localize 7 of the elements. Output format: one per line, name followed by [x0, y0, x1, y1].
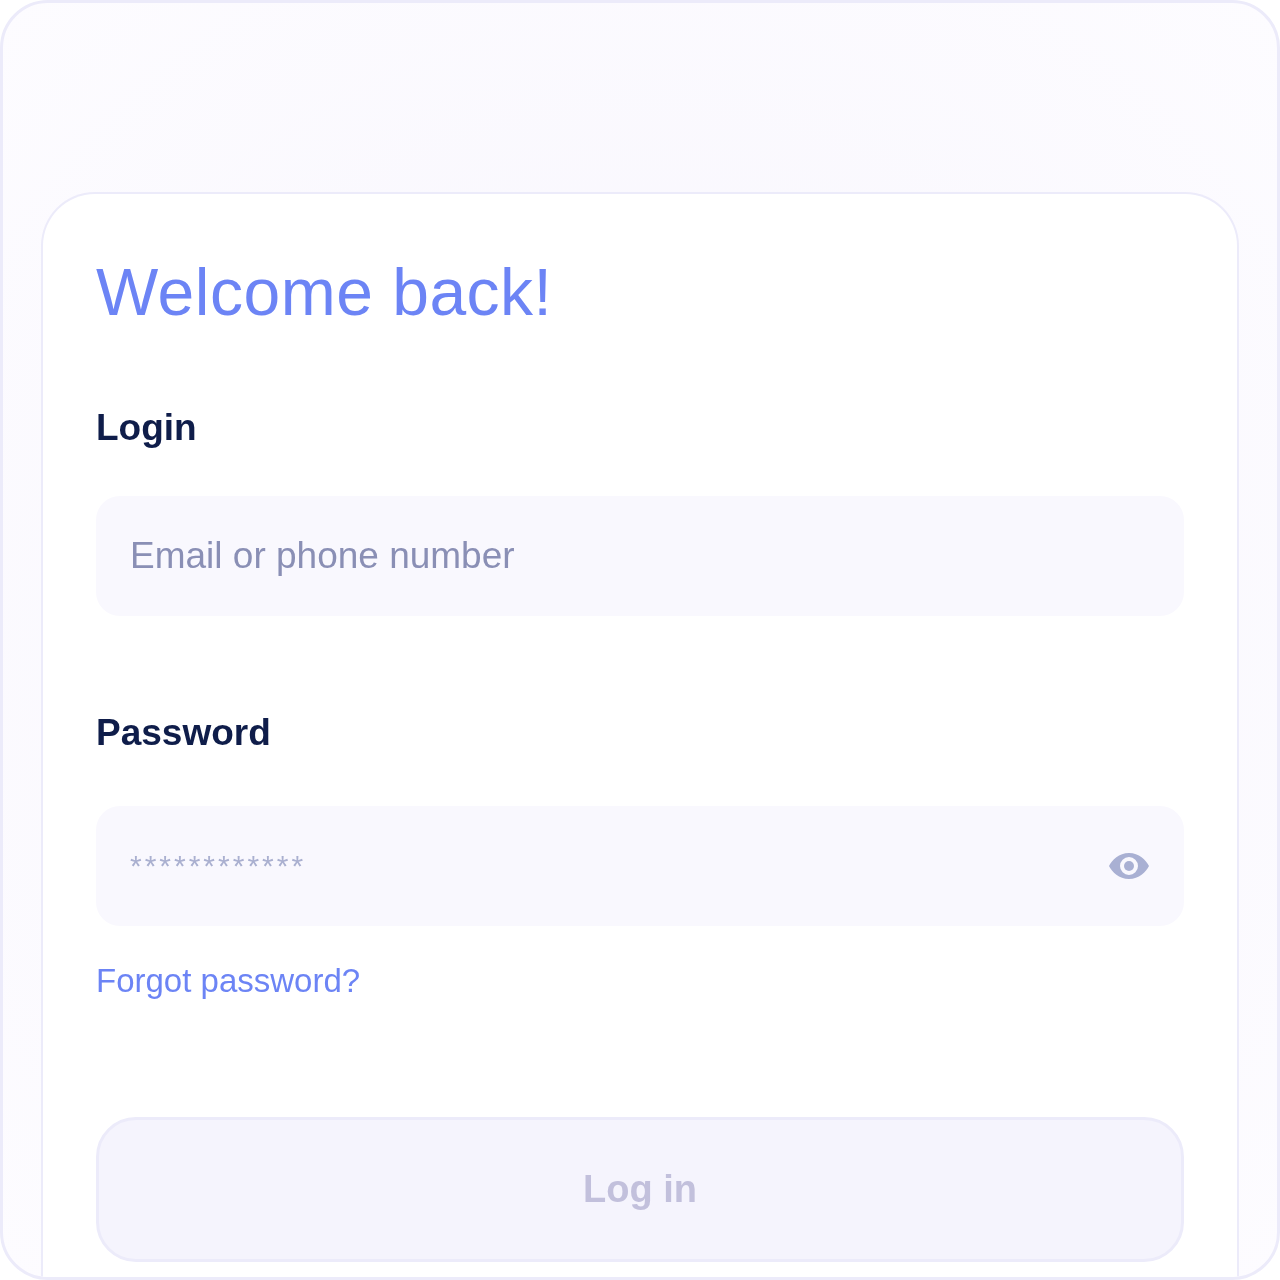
login-field[interactable]: Email or phone number [96, 496, 1184, 616]
welcome-title: Welcome back! [96, 254, 554, 331]
login-label: Login [96, 406, 198, 450]
eye-icon[interactable] [1108, 852, 1150, 880]
password-label: Password [96, 711, 272, 755]
password-field[interactable]: ************ [96, 806, 1184, 926]
forgot-password-link[interactable]: Forgot password? [96, 961, 361, 1001]
